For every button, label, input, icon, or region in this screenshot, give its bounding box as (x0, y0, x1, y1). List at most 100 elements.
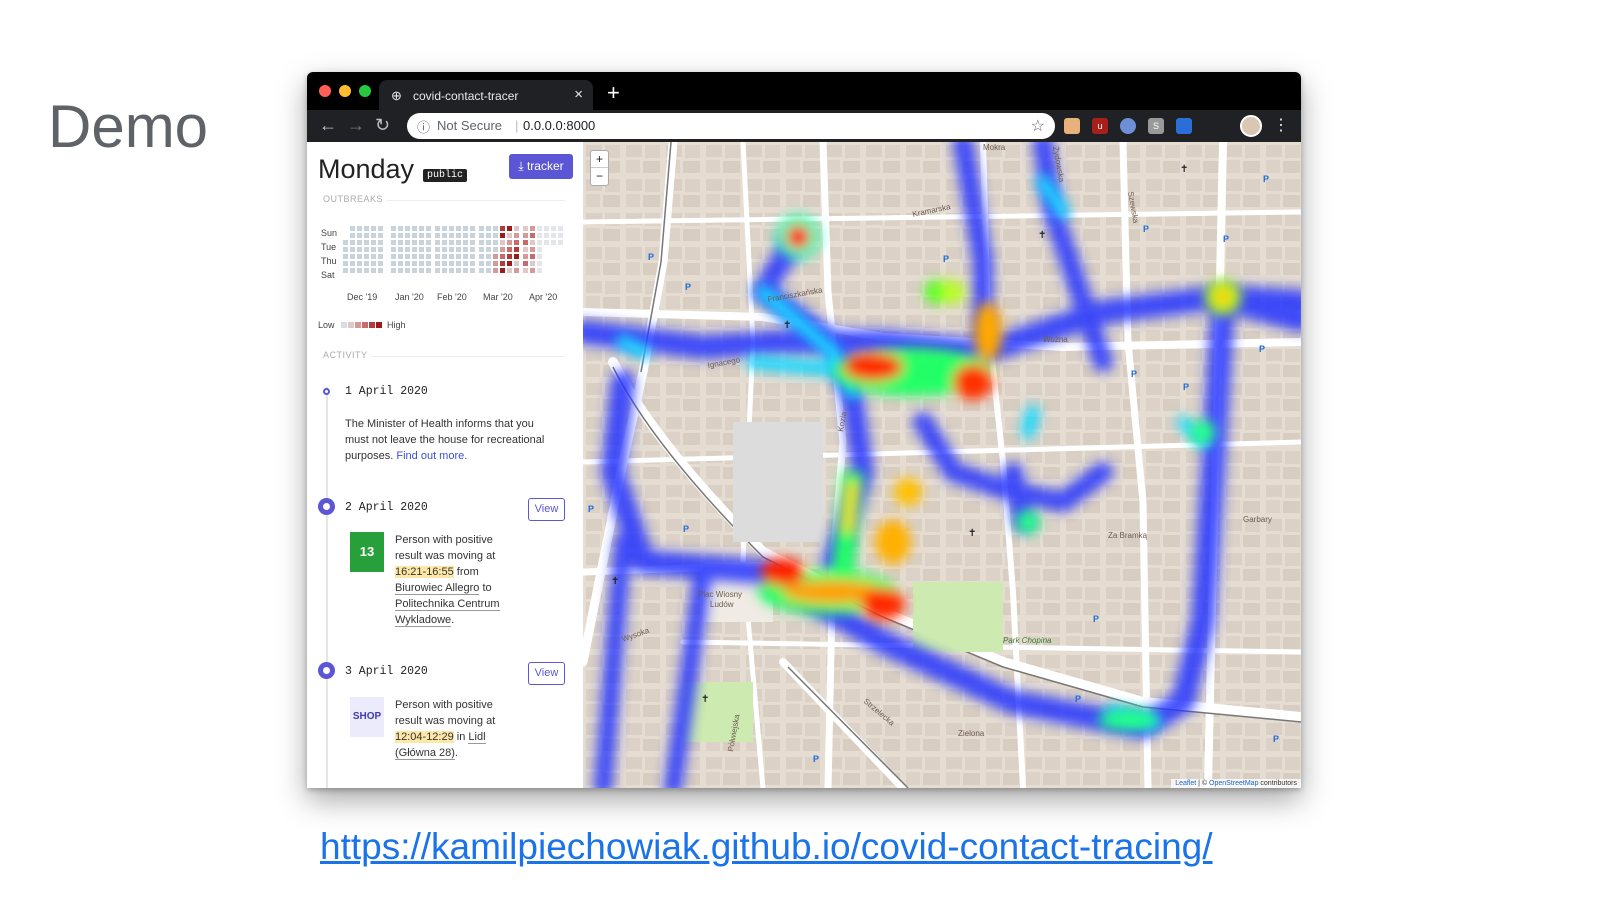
calendar-day-cell[interactable] (364, 240, 369, 245)
calendar-day-cell[interactable] (544, 226, 549, 231)
maximize-window-button[interactable] (359, 85, 371, 97)
calendar-day-cell[interactable] (419, 268, 424, 273)
calendar-day-cell[interactable] (426, 268, 431, 273)
calendar-day-cell[interactable] (412, 268, 417, 273)
calendar-day-cell[interactable] (537, 233, 542, 238)
calendar-day-cell[interactable] (479, 240, 484, 245)
calendar-day-cell[interactable] (514, 226, 519, 231)
reload-icon[interactable]: ↻ (375, 115, 390, 136)
calendar-day-cell[interactable] (398, 268, 403, 273)
calendar-day-cell[interactable] (493, 254, 498, 259)
calendar-day-cell[interactable] (419, 226, 424, 231)
calendar-day-cell[interactable] (343, 268, 348, 273)
calendar-day-cell[interactable] (435, 240, 440, 245)
calendar-day-cell[interactable] (507, 261, 512, 266)
calendar-day-cell[interactable] (530, 261, 535, 266)
calendar-day-cell[interactable] (405, 268, 410, 273)
calendar-day-cell[interactable] (463, 226, 468, 231)
calendar-day-cell[interactable] (405, 233, 410, 238)
calendar-day-cell[interactable] (357, 261, 362, 266)
calendar-day-cell[interactable] (442, 247, 447, 252)
calendar-day-cell[interactable] (426, 226, 431, 231)
calendar-day-cell[interactable] (507, 268, 512, 273)
calendar-day-cell[interactable] (419, 261, 424, 266)
calendar-day-cell[interactable] (371, 240, 376, 245)
calendar-day-cell[interactable] (350, 261, 355, 266)
close-window-button[interactable] (319, 85, 331, 97)
calendar-day-cell[interactable] (412, 247, 417, 252)
calendar-day-cell[interactable] (523, 268, 528, 273)
calendar-day-cell[interactable] (500, 268, 505, 273)
calendar-day-cell[interactable] (551, 233, 556, 238)
calendar-day-cell[interactable] (514, 254, 519, 259)
bookmark-star-icon[interactable]: ☆ (1031, 116, 1045, 136)
calendar-day-cell[interactable] (500, 226, 505, 231)
calendar-day-cell[interactable] (371, 233, 376, 238)
calendar-day-cell[interactable] (343, 240, 348, 245)
calendar-day-cell[interactable] (405, 254, 410, 259)
calendar-day-cell[interactable] (426, 240, 431, 245)
calendar-day-cell[interactable] (405, 226, 410, 231)
calendar-day-cell[interactable] (391, 247, 396, 252)
calendar-day-cell[interactable] (378, 261, 383, 266)
calendar-day-cell[interactable] (371, 268, 376, 273)
calendar-day-cell[interactable] (507, 247, 512, 252)
calendar-day-cell[interactable] (449, 254, 454, 259)
calendar-day-cell[interactable] (357, 240, 362, 245)
calendar-day-cell[interactable] (426, 261, 431, 266)
calendar-day-cell[interactable] (426, 233, 431, 238)
calendar-day-cell[interactable] (530, 254, 535, 259)
calendar-day-cell[interactable] (442, 240, 447, 245)
calendar-day-cell[interactable] (343, 254, 348, 259)
calendar-day-cell[interactable] (378, 240, 383, 245)
calendar-day-cell[interactable] (364, 254, 369, 259)
calendar-day-cell[interactable] (350, 240, 355, 245)
calendar-day-cell[interactable] (463, 261, 468, 266)
calendar-day-cell[interactable] (470, 247, 475, 252)
calendar-day-cell[interactable] (357, 254, 362, 259)
calendar-day-cell[interactable] (537, 268, 542, 273)
calendar-day-cell[interactable] (398, 254, 403, 259)
calendar-day-cell[interactable] (412, 240, 417, 245)
calendar-day-cell[interactable] (364, 226, 369, 231)
calendar-day-cell[interactable] (412, 233, 417, 238)
calendar-day-cell[interactable] (493, 247, 498, 252)
calendar-day-cell[interactable] (449, 247, 454, 252)
calendar-day-cell[interactable] (357, 233, 362, 238)
calendar-day-cell[interactable] (442, 233, 447, 238)
calendar-day-cell[interactable] (435, 268, 440, 273)
calendar-day-cell[interactable] (537, 226, 542, 231)
calendar-day-cell[interactable] (364, 261, 369, 266)
calendar-day-cell[interactable] (463, 240, 468, 245)
calendar-day-cell[interactable] (551, 240, 556, 245)
calendar-day-cell[interactable] (371, 254, 376, 259)
calendar-day-cell[interactable] (456, 226, 461, 231)
download-tracker-button[interactable]: ⤓ tracker (509, 154, 573, 179)
url-text[interactable]: 0.0.0.0:8000 (523, 118, 595, 133)
calendar-day-cell[interactable] (391, 254, 396, 259)
extension-icon[interactable] (1064, 118, 1080, 134)
calendar-day-cell[interactable] (530, 233, 535, 238)
calendar-day-cell[interactable] (435, 233, 440, 238)
calendar-day-cell[interactable] (364, 268, 369, 273)
extension-s-icon[interactable]: S (1148, 118, 1164, 134)
calendar-day-cell[interactable] (419, 254, 424, 259)
calendar-day-cell[interactable] (456, 247, 461, 252)
calendar-day-cell[interactable] (357, 226, 362, 231)
calendar-day-cell[interactable] (479, 254, 484, 259)
heatmap-map[interactable]: Mokra Kramarska Ignacego Kozia Wożna Gar… (583, 142, 1301, 788)
profile-avatar[interactable] (1240, 115, 1262, 137)
info-icon[interactable]: ⓘ (417, 117, 430, 136)
calendar-day-cell[interactable] (463, 247, 468, 252)
calendar-day-cell[interactable] (449, 240, 454, 245)
calendar-day-cell[interactable] (364, 247, 369, 252)
calendar-day-cell[interactable] (463, 254, 468, 259)
calendar-day-cell[interactable] (398, 240, 403, 245)
calendar-day-cell[interactable] (523, 226, 528, 231)
calendar-day-cell[interactable] (371, 261, 376, 266)
calendar-day-cell[interactable] (500, 240, 505, 245)
calendar-day-cell[interactable] (435, 226, 440, 231)
calendar-day-cell[interactable] (419, 247, 424, 252)
calendar-day-cell[interactable] (412, 254, 417, 259)
calendar-day-cell[interactable] (470, 254, 475, 259)
